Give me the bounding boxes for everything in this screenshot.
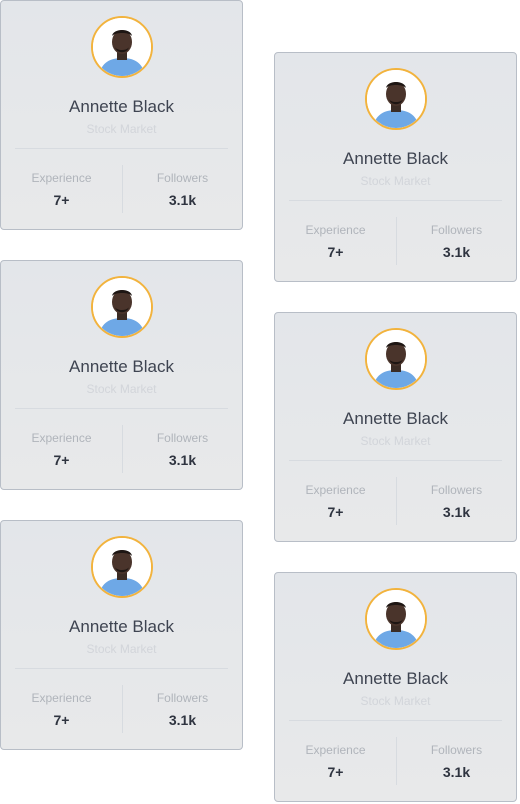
divider <box>15 148 228 149</box>
stat-value: 3.1k <box>442 504 471 520</box>
avatar <box>365 588 427 650</box>
profile-name: Annette Black <box>343 669 448 688</box>
divider <box>15 668 228 669</box>
avatar <box>365 328 427 390</box>
profile-subtitle: Stock Market <box>86 642 157 656</box>
profile-card[interactable]: Annette Black Stock Market Experience 7+ Fol… <box>0 0 243 230</box>
stat-followers: Followers 3.1k <box>122 690 243 728</box>
profile-subtitle: Stock Market <box>86 382 157 396</box>
stat-followers: Followers 3.1k <box>122 170 243 208</box>
stat-label: Experience <box>31 431 92 445</box>
stat-experience: Experience 7+ <box>275 222 396 260</box>
profile-name: Annette Black <box>69 357 174 376</box>
stat-label: Experience <box>31 691 92 705</box>
profile-subtitle: Stock Market <box>360 694 431 708</box>
profile-card[interactable]: Annette Black Stock Market Experience 7+ Fol… <box>0 520 243 750</box>
profile-card[interactable]: Annette Black Stock Market Experience 7+ Fol… <box>274 572 517 802</box>
profile-name: Annette Black <box>69 97 174 116</box>
stat-value: 3.1k <box>168 452 197 468</box>
stat-followers: Followers 3.1k <box>122 430 243 468</box>
stat-value: 3.1k <box>442 764 471 780</box>
stat-value: 3.1k <box>168 712 197 728</box>
stat-label: Experience <box>305 483 366 497</box>
divider <box>289 460 502 461</box>
profile-card[interactable]: Annette Black Stock Market Experience 7+ Fol… <box>274 312 517 542</box>
avatar <box>91 16 153 78</box>
stat-label: Experience <box>305 223 366 237</box>
stat-label: Experience <box>305 743 366 757</box>
stat-value: 7+ <box>53 452 70 468</box>
stat-label: Followers <box>430 483 483 497</box>
profile-name: Annette Black <box>343 409 448 428</box>
profile-subtitle: Stock Market <box>360 434 431 448</box>
stat-label: Followers <box>430 743 483 757</box>
stat-experience: Experience 7+ <box>1 430 122 468</box>
divider <box>289 200 502 201</box>
stat-label: Followers <box>156 171 209 185</box>
profile-subtitle: Stock Market <box>86 122 157 136</box>
stat-experience: Experience 7+ <box>275 742 396 780</box>
stat-value: 7+ <box>327 244 344 260</box>
stat-experience: Experience 7+ <box>275 482 396 520</box>
stat-label: Experience <box>31 171 92 185</box>
stat-value: 7+ <box>327 504 344 520</box>
avatar <box>365 68 427 130</box>
profile-name: Annette Black <box>69 617 174 636</box>
divider <box>289 720 502 721</box>
stat-label: Followers <box>156 691 209 705</box>
stat-followers: Followers 3.1k <box>396 222 517 260</box>
stat-value: 3.1k <box>168 192 197 208</box>
profile-subtitle: Stock Market <box>360 174 431 188</box>
stat-label: Followers <box>156 431 209 445</box>
stat-value: 7+ <box>327 764 344 780</box>
profile-name: Annette Black <box>343 149 448 168</box>
stat-label: Followers <box>430 223 483 237</box>
avatar <box>91 536 153 598</box>
stat-experience: Experience 7+ <box>1 690 122 728</box>
stat-experience: Experience 7+ <box>1 170 122 208</box>
stat-followers: Followers 3.1k <box>396 742 517 780</box>
divider <box>15 408 228 409</box>
profile-card[interactable]: Annette Black Stock Market Experience 7+ Fol… <box>274 52 517 282</box>
profile-card[interactable]: Annette Black Stock Market Experience 7+ Fol… <box>0 260 243 490</box>
stat-followers: Followers 3.1k <box>396 482 517 520</box>
stat-value: 7+ <box>53 192 70 208</box>
stat-value: 7+ <box>53 712 70 728</box>
stat-value: 3.1k <box>442 244 471 260</box>
avatar <box>91 276 153 338</box>
